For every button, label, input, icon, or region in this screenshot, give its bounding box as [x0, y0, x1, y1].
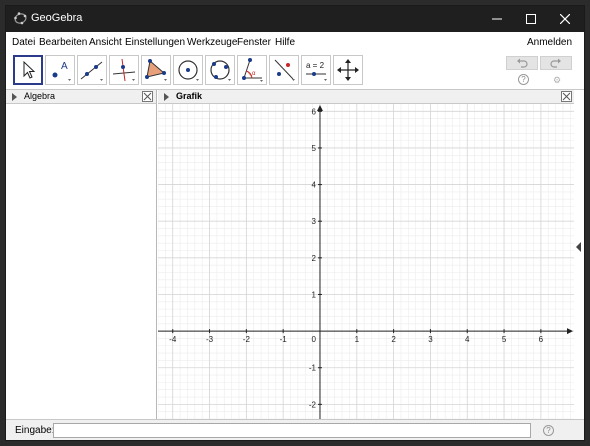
x-tick-label: -3 — [206, 335, 214, 344]
undo-icon — [517, 58, 528, 68]
y-axis-arrow — [316, 105, 323, 111]
slider-tool-button[interactable]: a = 2 — [301, 55, 331, 85]
undo-button[interactable] — [506, 56, 538, 70]
point-tool-icon: A — [52, 61, 71, 81]
move-graphics-view-tool-icon — [337, 59, 359, 81]
circle-center-tool-button[interactable] — [173, 55, 203, 85]
y-tick-label: 5 — [312, 144, 317, 153]
menu-fenster[interactable]: Fenster — [237, 37, 271, 48]
menu-bearbeiten[interactable]: Bearbeiten — [39, 37, 87, 48]
svg-text:α: α — [252, 71, 256, 77]
reflect-tool-icon — [274, 59, 295, 81]
sign-in-link[interactable]: Anmelden — [527, 37, 572, 48]
circle-three-points-tool-icon — [210, 60, 231, 81]
slider-tool-icon: a = 2 — [306, 61, 327, 81]
close-window-button[interactable] — [548, 6, 582, 32]
y-tick-label: -1 — [309, 364, 317, 373]
y-tick-label: 3 — [312, 217, 317, 226]
menu-einstellungen[interactable]: Einstellungen — [125, 37, 185, 48]
polygon-tool-icon — [145, 59, 167, 81]
close-icon — [560, 14, 570, 24]
x-tick-label: -1 — [280, 335, 288, 344]
input-bar: Eingabe: ? — [6, 419, 584, 440]
angle-tool-button[interactable]: α — [237, 55, 267, 85]
close-algebra-button[interactable] — [142, 91, 153, 102]
move-tool-button[interactable] — [13, 55, 43, 85]
menu-werkzeuge[interactable]: Werkzeuge — [187, 37, 237, 48]
input-label: Eingabe: — [15, 425, 55, 436]
title-bar: GeoGebra — [6, 6, 584, 32]
graphics-view[interactable]: -4 -3 -2 -1 1 2 3 4 5 6 -2 -1 1 2 3 4 5 6 0 — [158, 104, 574, 419]
geogebra-window: GeoGebra Datei Bearbeiten Ansicht Einste… — [5, 5, 585, 441]
y-tick-label: 6 — [312, 107, 317, 116]
line-tool-button[interactable] — [77, 55, 107, 85]
circle-three-points-tool-button[interactable] — [205, 55, 235, 85]
close-icon — [562, 92, 571, 101]
window-title: GeoGebra — [31, 12, 83, 24]
redo-button[interactable] — [540, 56, 572, 70]
maximize-icon — [526, 14, 536, 24]
reflect-tool-button[interactable] — [269, 55, 299, 85]
expand-side-panel-icon[interactable] — [576, 242, 581, 252]
minimize-icon — [492, 18, 502, 20]
algebra-view-header: Algebra — [6, 90, 157, 104]
origin-label: 0 — [312, 335, 317, 344]
maximize-button[interactable] — [514, 6, 548, 32]
svg-text:A: A — [61, 61, 68, 72]
x-axis-arrow — [567, 328, 573, 335]
algebra-toggle-icon[interactable] — [12, 93, 17, 101]
input-field[interactable] — [53, 423, 531, 438]
slider-tool-label: a = 2 — [306, 61, 325, 70]
graphics-toggle-icon[interactable] — [164, 93, 169, 101]
y-tick-label: 4 — [312, 181, 317, 190]
menu-ansicht[interactable]: Ansicht — [89, 37, 122, 48]
point-tool-button[interactable]: A — [45, 55, 75, 85]
graphics-view-title: Grafik — [176, 91, 203, 101]
close-graphics-button[interactable] — [561, 91, 572, 102]
x-tick-label: -4 — [169, 335, 177, 344]
move-graphics-view-tool-button[interactable] — [333, 55, 363, 85]
y-tick-label: 1 — [312, 290, 317, 299]
circle-center-point-tool-icon — [178, 60, 199, 81]
x-tick-label: 4 — [465, 335, 470, 344]
polygon-tool-button[interactable] — [141, 55, 171, 85]
close-icon — [143, 92, 152, 101]
menu-datei[interactable]: Datei — [12, 37, 35, 48]
line-tool-icon — [80, 61, 103, 81]
x-tick-label: -2 — [243, 335, 251, 344]
angle-tool-icon: α — [242, 58, 263, 82]
coordinate-plane[interactable]: -4 -3 -2 -1 1 2 3 4 5 6 -2 -1 1 2 3 4 5 6 0 — [158, 104, 574, 419]
y-tick-label: 2 — [312, 254, 317, 263]
menu-hilfe[interactable]: Hilfe — [275, 37, 295, 48]
x-tick-label: 6 — [539, 335, 544, 344]
x-tick-label: 1 — [355, 335, 360, 344]
x-tick-label: 5 — [502, 335, 507, 344]
perpendicular-line-tool-button[interactable] — [109, 55, 139, 85]
menu-bar: Datei Bearbeiten Ansicht Einstellungen W… — [6, 32, 584, 52]
input-help-icon[interactable]: ? — [543, 425, 554, 436]
toolbar-help-icon[interactable]: ? — [518, 74, 529, 85]
move-tool-icon — [23, 60, 36, 79]
algebra-view-title: Algebra — [24, 91, 56, 101]
graphics-view-header: Grafik — [158, 90, 574, 104]
perpendicular-line-tool-icon — [112, 58, 136, 82]
algebra-view[interactable] — [6, 104, 157, 419]
y-tick-label: -2 — [309, 400, 317, 409]
redo-icon — [550, 58, 561, 68]
minimize-button[interactable] — [480, 6, 514, 32]
x-tick-label: 3 — [428, 335, 433, 344]
toolbar: A α a = 2 ? ⚙ — [6, 52, 584, 90]
geogebra-logo-icon — [14, 12, 27, 25]
settings-gear-icon[interactable]: ⚙ — [551, 74, 563, 86]
x-tick-label: 2 — [391, 335, 396, 344]
